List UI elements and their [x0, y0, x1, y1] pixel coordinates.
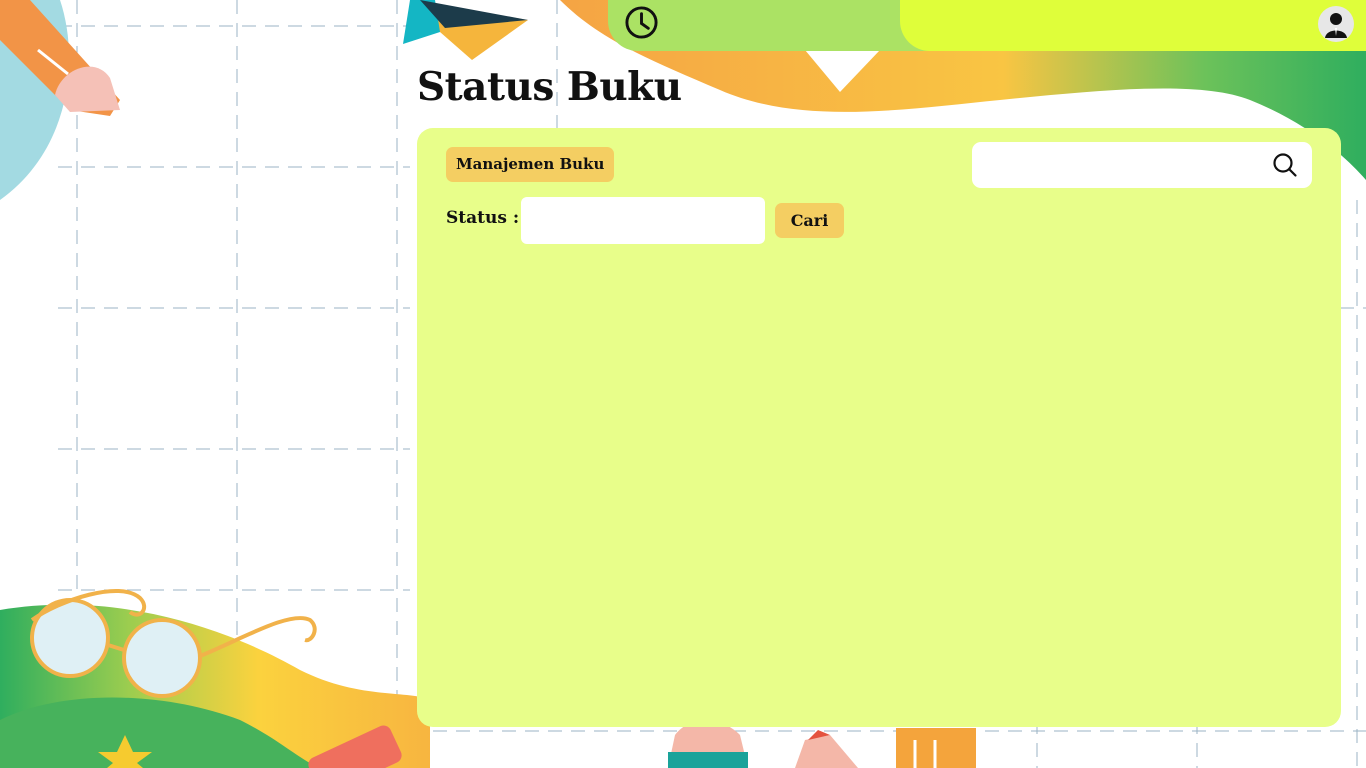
search-box — [972, 142, 1312, 188]
status-input[interactable] — [521, 197, 765, 244]
page-title: Status Buku — [417, 64, 682, 110]
user-silhouette-icon — [1325, 13, 1347, 38]
clock-icon[interactable] — [624, 5, 659, 40]
user-avatar-icon[interactable] — [1318, 6, 1354, 42]
cari-button[interactable]: Cari — [775, 203, 844, 238]
status-label: Status : — [446, 208, 520, 228]
topbar-right-section — [900, 0, 1366, 51]
search-input[interactable] — [972, 142, 1262, 188]
manajemen-buku-button[interactable]: Manajemen Buku — [446, 147, 615, 182]
topbar-left-section — [608, 0, 948, 51]
search-icon[interactable] — [1272, 152, 1298, 178]
